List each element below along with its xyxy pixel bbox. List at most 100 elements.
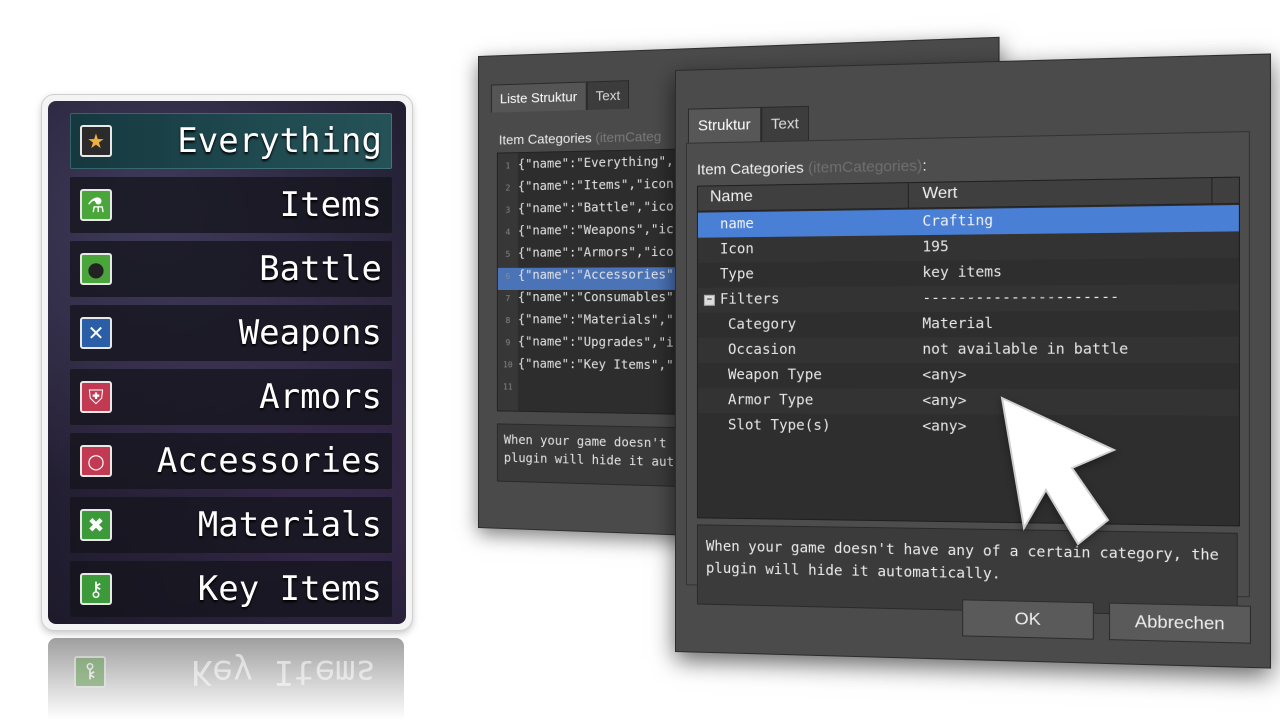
- menu-item-everything[interactable]: ★ Everything: [70, 113, 392, 169]
- tab-text[interactable]: Text: [760, 105, 809, 142]
- menu-item-label: Materials: [197, 505, 382, 545]
- property-value[interactable]: Crafting: [922, 213, 993, 230]
- property-name-text: Occasion: [727, 341, 797, 358]
- tab-struktur[interactable]: Struktur: [687, 106, 761, 143]
- property-row[interactable]: Category Material: [698, 310, 1239, 338]
- code-line-text: {"name":"Battle","ico: [517, 199, 674, 216]
- property-value[interactable]: not available in battle: [922, 341, 1128, 358]
- line-number: 10: [503, 360, 513, 370]
- property-row[interactable]: Slot Type(s) <any>: [698, 413, 1239, 442]
- property-name-text: Armor Type: [727, 392, 814, 409]
- cancel-button[interactable]: Abbrechen: [1108, 602, 1252, 644]
- property-name: − Filters: [703, 291, 780, 308]
- struct-editor-tabs: Struktur Text: [687, 105, 809, 143]
- code-line[interactable]: 11: [498, 378, 704, 404]
- column-divider[interactable]: [907, 183, 909, 208]
- column-header-name[interactable]: Name: [710, 188, 753, 207]
- menu-item-armors[interactable]: ⛨ Armors: [70, 369, 392, 425]
- property-name-text: name: [719, 215, 754, 233]
- tab-text[interactable]: Text: [586, 80, 630, 110]
- menu-item-weapons[interactable]: ✕ Weapons: [70, 305, 392, 361]
- menu-item-label: Armors: [259, 377, 382, 417]
- line-number: 1: [505, 161, 511, 171]
- code-line-text: {"name":"Upgrades","i: [517, 334, 674, 350]
- sword-icon: ✕: [80, 317, 112, 349]
- menu-item-items[interactable]: ⚗ Items: [70, 177, 392, 233]
- code-line[interactable]: 9 {"name":"Upgrades","i: [498, 334, 704, 358]
- code-line-text: {"name":"Weapons","ic: [517, 221, 674, 238]
- menu-item-label: Accessories: [156, 441, 382, 481]
- property-name: name: [720, 216, 754, 233]
- property-row[interactable]: Occasion not available in battle: [697, 336, 1239, 364]
- property-value[interactable]: 195: [922, 239, 948, 256]
- property-row[interactable]: Type key items: [698, 258, 1239, 288]
- property-name: Icon: [720, 241, 754, 257]
- line-number: 6: [505, 271, 511, 281]
- star-icon: ★: [80, 125, 112, 157]
- struct-panel: Item Categories (itemCategories): Name W…: [685, 131, 1250, 618]
- struct-title: Item Categories (itemCategories):: [697, 157, 927, 178]
- ring-icon: ○: [80, 445, 112, 477]
- code-line[interactable]: 5 {"name":"Armors","ico: [498, 244, 704, 268]
- collapse-icon[interactable]: −: [703, 294, 715, 306]
- code-line[interactable]: 3 {"name":"Battle","ico: [498, 199, 704, 224]
- property-row[interactable]: Weapon Type <any>: [698, 363, 1239, 389]
- code-line[interactable]: 4 {"name":"Weapons","ic: [498, 222, 704, 246]
- code-line-text: {"name":"Consumables": [517, 289, 674, 305]
- line-number: 2: [505, 183, 511, 193]
- line-number: 5: [505, 249, 511, 259]
- list-editor-tabs: Liste Struktur Text: [490, 80, 630, 113]
- code-line[interactable]: 7 {"name":"Consumables": [498, 290, 704, 313]
- property-name-text: Filters: [719, 291, 780, 308]
- category-menu: ★ Everything ⚗ Items ● Battle ✕ Weapons ⛨ Armors ○…: [48, 101, 406, 624]
- menu-reflection: ⚷ Key Items: [48, 638, 404, 720]
- tab-liste-struktur[interactable]: Liste Struktur: [490, 81, 587, 113]
- ok-button[interactable]: OK: [962, 599, 1094, 640]
- code-list[interactable]: 1 {"name":"Everything", 2 {"name":"Items","…: [496, 148, 705, 416]
- menu-item-battle[interactable]: ● Battle: [70, 241, 392, 297]
- menu-item-label: Battle: [259, 249, 382, 289]
- list-editor-title-param: (itemCateg: [595, 128, 662, 146]
- property-name: Type: [720, 266, 754, 282]
- property-name-text: Category: [727, 316, 797, 333]
- property-value[interactable]: key items: [922, 264, 1002, 281]
- menu-item-label: Weapons: [238, 313, 382, 353]
- struct-title-colon: :: [922, 157, 927, 175]
- struct-title-text: Item Categories: [696, 159, 804, 179]
- tools-icon: ✖: [80, 509, 112, 541]
- line-number: 3: [505, 205, 511, 215]
- code-line[interactable]: 10 {"name":"Key Items",": [498, 356, 704, 381]
- menu-item-label: Items: [279, 185, 382, 225]
- property-table: Name Wert name Crafting Icon 195 Type key ite…: [696, 176, 1240, 527]
- property-value[interactable]: Material: [922, 316, 993, 333]
- code-line[interactable]: 8 {"name":"Materials",": [498, 312, 704, 335]
- menu-item-materials[interactable]: ✖ Materials: [70, 497, 392, 553]
- code-line-text: {"name":"Everything",: [517, 153, 674, 172]
- property-name-text: Weapon Type: [727, 367, 822, 384]
- property-value[interactable]: ----------------------: [922, 289, 1119, 307]
- column-divider[interactable]: [1211, 178, 1213, 204]
- code-line-text: {"name":"Materials",": [517, 312, 674, 328]
- struct-title-param: (itemCategories): [808, 157, 923, 177]
- property-value[interactable]: <any>: [922, 393, 966, 410]
- mouse-pointer-icon: [1000, 396, 1117, 546]
- property-row[interactable]: − Filters ----------------------: [697, 284, 1239, 313]
- code-line[interactable]: 2 {"name":"Items","icon: [498, 176, 704, 202]
- code-line[interactable]: 6 {"name":"Accessories": [497, 267, 704, 290]
- potion-icon: ⚗: [80, 189, 112, 221]
- line-number: 7: [505, 294, 511, 304]
- menu-item-label: Key Items: [197, 569, 382, 609]
- property-name: Armor Type: [728, 392, 813, 408]
- line-number: 11: [503, 382, 513, 392]
- column-header-value[interactable]: Wert: [922, 184, 957, 203]
- code-line-text: {"name":"Key Items",": [517, 356, 674, 373]
- menu-item-key-items[interactable]: ⚷ Key Items: [70, 561, 392, 617]
- menu-item-label: Everything: [177, 121, 382, 161]
- property-value[interactable]: <any>: [922, 418, 966, 435]
- property-name: Occasion: [728, 342, 796, 358]
- property-value[interactable]: <any>: [922, 367, 966, 383]
- property-row[interactable]: Armor Type <any>: [697, 388, 1239, 416]
- line-number: 9: [505, 338, 511, 348]
- property-name-text: Type: [719, 266, 754, 283]
- menu-item-accessories[interactable]: ○ Accessories: [70, 433, 392, 489]
